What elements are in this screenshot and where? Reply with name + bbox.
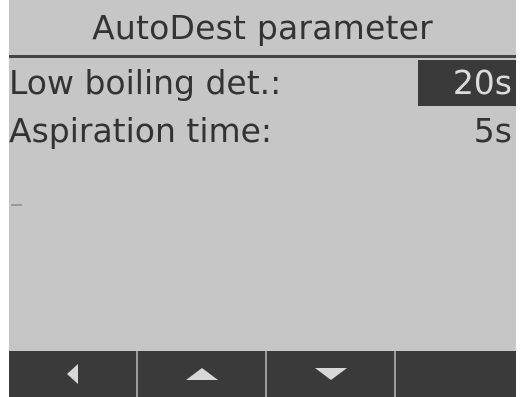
softkey-bar — [9, 351, 516, 397]
parameter-value[interactable]: 5s — [474, 108, 516, 154]
up-softkey[interactable] — [138, 351, 267, 397]
device-frame: AutoDest parameter Low boiling det.: 20s… — [0, 0, 525, 397]
triangle-left-icon — [66, 364, 78, 384]
cursor-mark — [11, 204, 22, 206]
parameter-row-low-boiling-detection[interactable]: Low boiling det.: 20s — [9, 60, 516, 106]
triangle-up-icon — [185, 368, 218, 380]
blank-softkey[interactable] — [396, 351, 516, 397]
screen-title: AutoDest parameter — [9, 0, 516, 58]
parameter-label: Aspiration time: — [9, 111, 273, 150]
back-softkey[interactable] — [9, 351, 138, 397]
parameter-label: Low boiling det.: — [9, 63, 282, 102]
down-softkey[interactable] — [267, 351, 396, 397]
lcd-screen: AutoDest parameter Low boiling det.: 20s… — [9, 0, 516, 397]
parameter-value-selected[interactable]: 20s — [418, 60, 516, 106]
parameter-row-aspiration-time[interactable]: Aspiration time: 5s — [9, 108, 516, 154]
triangle-down-icon — [314, 368, 347, 380]
